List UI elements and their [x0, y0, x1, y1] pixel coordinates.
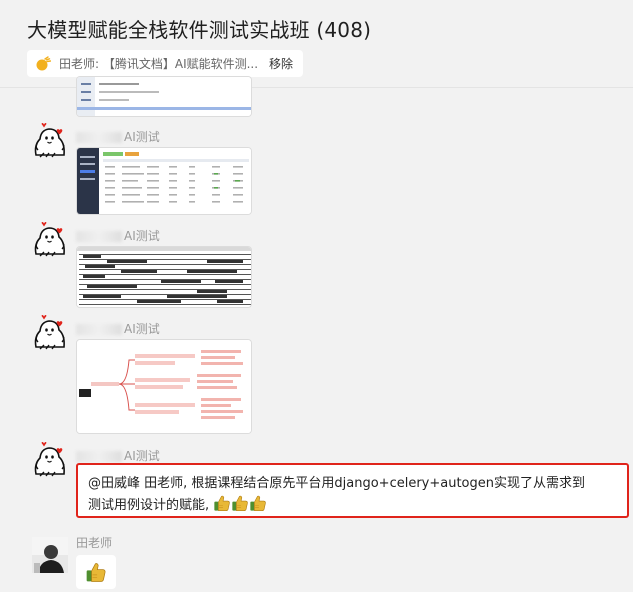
- message-line-2: 测试用例设计的赋能,: [88, 494, 617, 516]
- penguin-avatar[interactable]: [32, 222, 68, 258]
- thumbs-up-icon: [213, 494, 231, 512]
- image-message[interactable]: [76, 339, 252, 434]
- mindmap-screenshot-thumbnail: [77, 340, 251, 433]
- group-title: 大模型赋能全栈软件测试实战班 (408): [27, 18, 372, 42]
- thumbs-up-icon: [231, 494, 249, 512]
- blurred-name: [76, 451, 122, 462]
- emoji-message[interactable]: [76, 555, 116, 589]
- sender-name: AI测试: [76, 128, 160, 145]
- sender-name: AI测试: [76, 227, 160, 244]
- highlighted-text-message[interactable]: @田威峰 田老师, 根据课程结合原先平台用django+celery+autog…: [76, 463, 629, 518]
- sender-name: AI测试: [76, 447, 160, 464]
- blurred-name: [76, 324, 122, 335]
- sender-name: 田老师: [76, 536, 113, 550]
- spreadsheet-screenshot-thumbnail: [77, 247, 251, 307]
- thumbs-up-icon: [85, 561, 107, 583]
- message-line-1: @田威峰 田老师, 根据课程结合原先平台用django+celery+autog…: [88, 476, 585, 491]
- remove-pinned-button[interactable]: 移除: [269, 55, 293, 72]
- image-message[interactable]: [76, 147, 252, 215]
- image-message[interactable]: [76, 76, 252, 117]
- penguin-avatar[interactable]: [32, 315, 68, 351]
- announcement-icon: [36, 55, 51, 70]
- screenshot-thumbnail: [77, 77, 251, 116]
- pinned-notice-text[interactable]: 田老师: 【腾讯文档】AI赋能软件测...: [59, 55, 259, 72]
- sender-name: AI测试: [76, 320, 160, 337]
- pinned-notice-bar[interactable]: 田老师: 【腾讯文档】AI赋能软件测... 移除: [27, 50, 303, 77]
- image-message[interactable]: [76, 246, 252, 308]
- blurred-name: [76, 231, 122, 242]
- penguin-avatar[interactable]: [32, 442, 68, 478]
- teacher-avatar[interactable]: [32, 537, 68, 573]
- thumbs-up-icon: [249, 494, 267, 512]
- table-screenshot-thumbnail: [77, 148, 251, 214]
- chat-window: 大模型赋能全栈软件测试实战班 (408) 田老师: 【腾讯文档】AI赋能软件测.…: [0, 0, 633, 592]
- blurred-name: [76, 132, 122, 143]
- penguin-avatar[interactable]: [32, 123, 68, 159]
